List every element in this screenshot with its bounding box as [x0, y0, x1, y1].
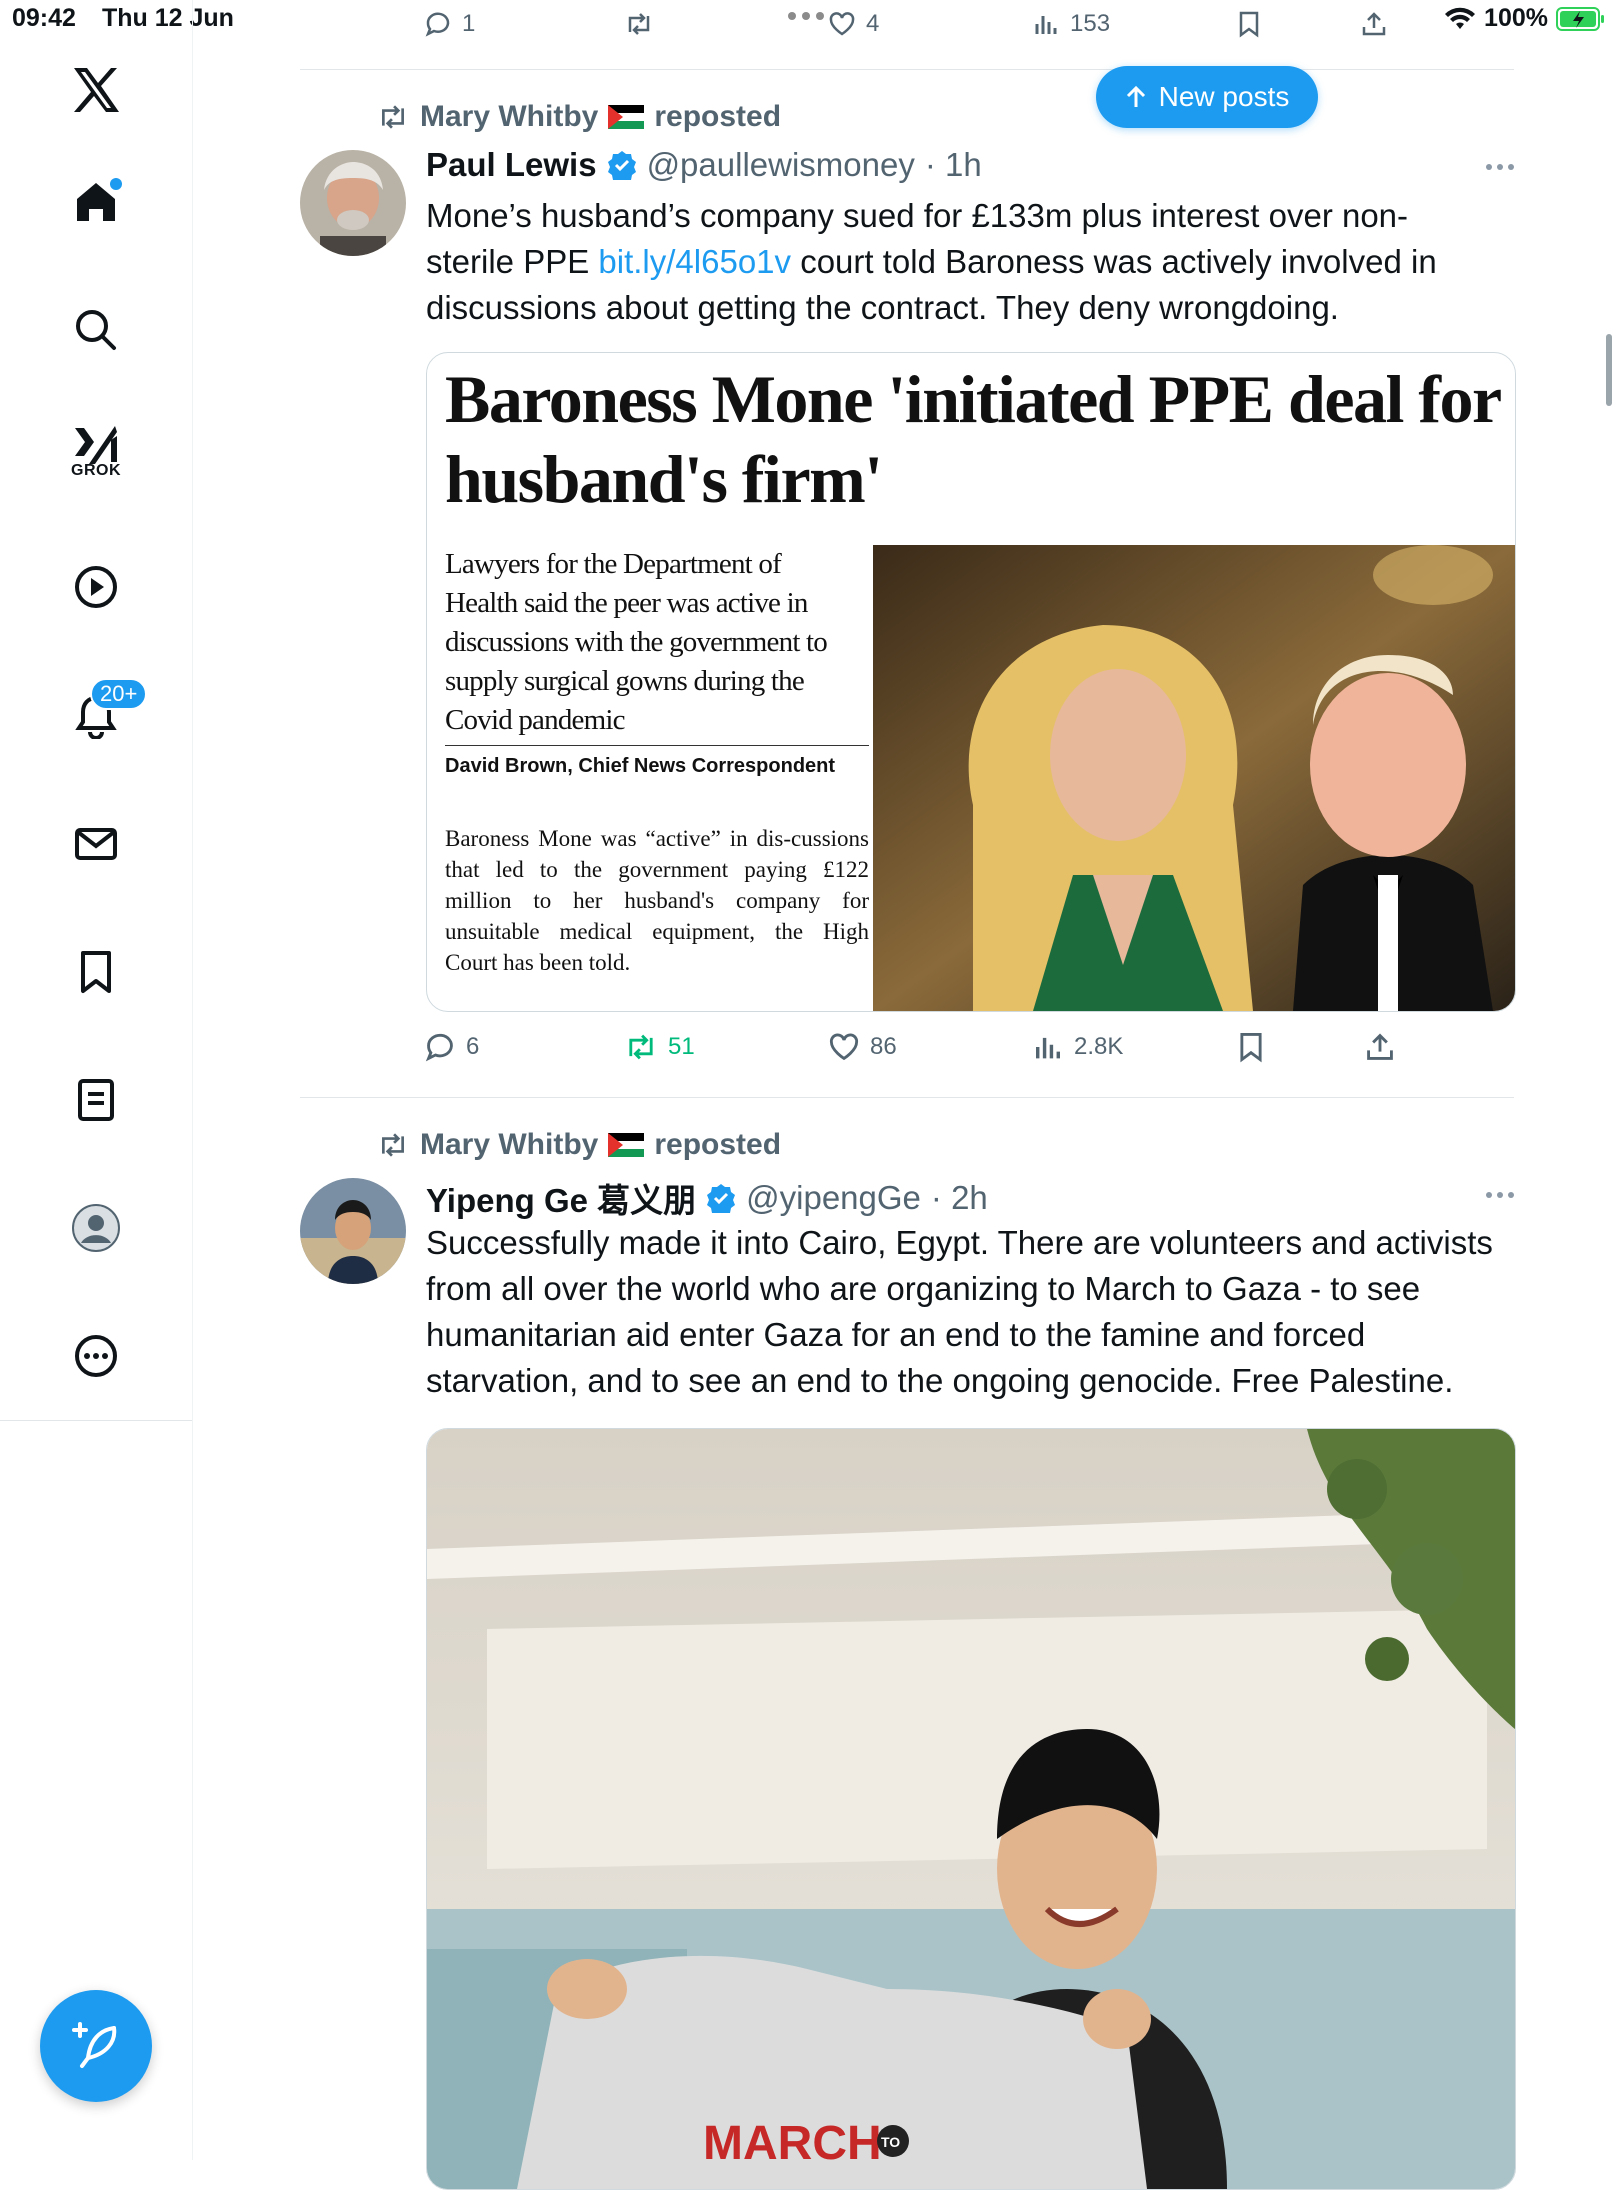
repost-icon: [629, 1034, 653, 1060]
palestine-flag-icon: [608, 105, 645, 129]
more-options-icon[interactable]: [64, 1324, 128, 1388]
tweet-text: Successfully made it into Cairo, Egypt. …: [426, 1224, 1493, 1399]
share-button[interactable]: [1364, 1031, 1396, 1063]
article-subhead: Lawyers for the Department of Health sai…: [445, 548, 828, 736]
new-posts-pill[interactable]: New posts: [1096, 66, 1318, 128]
repost-button[interactable]: 51: [624, 1031, 695, 1063]
x-logo-icon[interactable]: [64, 58, 128, 122]
scrollbar-thumb[interactable]: [1606, 334, 1612, 406]
bookmark-button[interactable]: [1236, 10, 1262, 38]
author-handle[interactable]: @yipengGe: [746, 1179, 921, 1217]
bookmark-icon: [1240, 1033, 1262, 1063]
tweet-more-icon[interactable]: [1486, 1192, 1514, 1198]
repost-label: reposted: [654, 1128, 782, 1161]
avatar[interactable]: [300, 1178, 406, 1284]
photo-scene: MARCH TO: [427, 1429, 1515, 2189]
arrow-up-icon: [1126, 85, 1145, 107]
divider: [300, 1097, 1514, 1098]
lists-icon[interactable]: [64, 1068, 128, 1132]
article-body: Baroness Mone was “active” in dis-cussio…: [445, 826, 869, 975]
sidebar-divider: [0, 1420, 192, 1421]
previous-tweet-actions: 1 4 153: [424, 10, 1424, 50]
reply-button[interactable]: 1: [424, 10, 475, 38]
author-name[interactable]: Paul Lewis: [426, 146, 597, 184]
reply-button[interactable]: 6: [424, 1031, 479, 1063]
home-unread-dot: [110, 178, 122, 190]
article-photo: [873, 545, 1515, 1011]
repost-label: reposted: [654, 100, 782, 133]
grok-icon[interactable]: GROK: [64, 420, 128, 484]
repost-icon: [628, 13, 650, 35]
article-headline: Baroness Mone 'initiated PPE deal for hu…: [445, 361, 1501, 517]
reposter-name[interactable]: Mary Whitby: [420, 1128, 598, 1162]
tweet-more-icon[interactable]: [1486, 164, 1514, 170]
like-button[interactable]: 4: [828, 10, 879, 38]
repost-count: 51: [668, 1033, 695, 1060]
verified-badge-icon: [607, 151, 636, 180]
search-icon[interactable]: [64, 298, 128, 362]
timeline-feed: 1 4 153 New posts Mary Whitby reposted P…: [300, 0, 1612, 2190]
divider: [300, 69, 1514, 70]
avatar[interactable]: [300, 150, 406, 256]
messages-icon[interactable]: [64, 812, 128, 876]
repost-context: Mary Whitby reposted: [376, 100, 781, 134]
palestine-flag-icon: [608, 1133, 645, 1157]
bookmark-button[interactable]: [1236, 1031, 1266, 1063]
article-image-card[interactable]: Baroness Mone 'initiated PPE deal for hu…: [426, 352, 1516, 1012]
shirt-print: MARCH: [703, 2117, 882, 2170]
share-icon: [1367, 1033, 1393, 1060]
new-posts-label: New posts: [1158, 81, 1290, 112]
notifications-bell-icon[interactable]: 20+: [64, 678, 148, 748]
shirt-print-small: TO: [881, 2134, 900, 2150]
views-icon: [1036, 1037, 1060, 1059]
profile-avatar-icon[interactable]: [64, 1196, 128, 1260]
grok-label: GROK: [71, 462, 121, 479]
view-count: 2.8K: [1074, 1033, 1124, 1060]
author-name[interactable]: Yipeng Ge 葛义朋: [426, 1174, 696, 1222]
sidebar: GROK 20+: [0, 0, 193, 2160]
bookmark-icon: [1239, 11, 1259, 38]
reposter-name[interactable]: Mary Whitby: [420, 100, 598, 134]
like-button[interactable]: 86: [828, 1031, 897, 1063]
home-icon[interactable]: [64, 170, 128, 234]
tweet-photo[interactable]: MARCH TO: [426, 1428, 1516, 2190]
bookmarks-icon[interactable]: [64, 940, 128, 1004]
views-icon: [1035, 16, 1057, 34]
repost-icon: [382, 1133, 404, 1157]
tweet-header: Yipeng Ge 葛义朋 @yipengGe · 2h: [426, 1174, 988, 1222]
views-button[interactable]: 153: [1032, 10, 1110, 38]
compose-post-button[interactable]: [40, 1990, 152, 2102]
tweet-link[interactable]: bit.ly/4l65o1v: [598, 243, 791, 280]
author-handle[interactable]: @paullewismoney: [647, 146, 915, 184]
tweet-time[interactable]: · 2h: [931, 1179, 988, 1217]
verified-badge-icon: [707, 1184, 736, 1213]
article-byline: David Brown, Chief News Correspondent: [445, 755, 836, 777]
battery-charging-icon: [1556, 6, 1604, 31]
reply-icon: [425, 12, 450, 37]
reply-count: 6: [466, 1033, 480, 1060]
tweet-time[interactable]: · 1h: [925, 146, 982, 184]
repost-context: Mary Whitby reposted: [376, 1128, 781, 1162]
view-count: 153: [1070, 10, 1111, 37]
article-rule: [445, 745, 869, 746]
compose-feather-icon: [72, 2022, 117, 2068]
repost-icon: [382, 105, 404, 129]
views-button[interactable]: 2.8K: [1032, 1031, 1123, 1063]
tweet-text: Mone’s husband’s company sued for £133m …: [426, 193, 1496, 331]
tweet-actions: 6 51 86 2.8K: [424, 1031, 1424, 1071]
heart-icon: [829, 12, 855, 36]
notifications-badge: 20+: [90, 678, 148, 710]
like-count: 4: [866, 10, 880, 37]
heart-icon: [829, 1033, 859, 1061]
share-icon: [1362, 12, 1386, 36]
reply-count: 1: [462, 10, 476, 37]
share-button[interactable]: [1360, 10, 1388, 38]
video-icon[interactable]: [64, 555, 128, 619]
like-count: 86: [870, 1033, 897, 1060]
reply-icon: [425, 1033, 453, 1062]
repost-button[interactable]: [624, 10, 654, 38]
tweet-header: Paul Lewis @paullewismoney · 1h: [426, 146, 982, 184]
